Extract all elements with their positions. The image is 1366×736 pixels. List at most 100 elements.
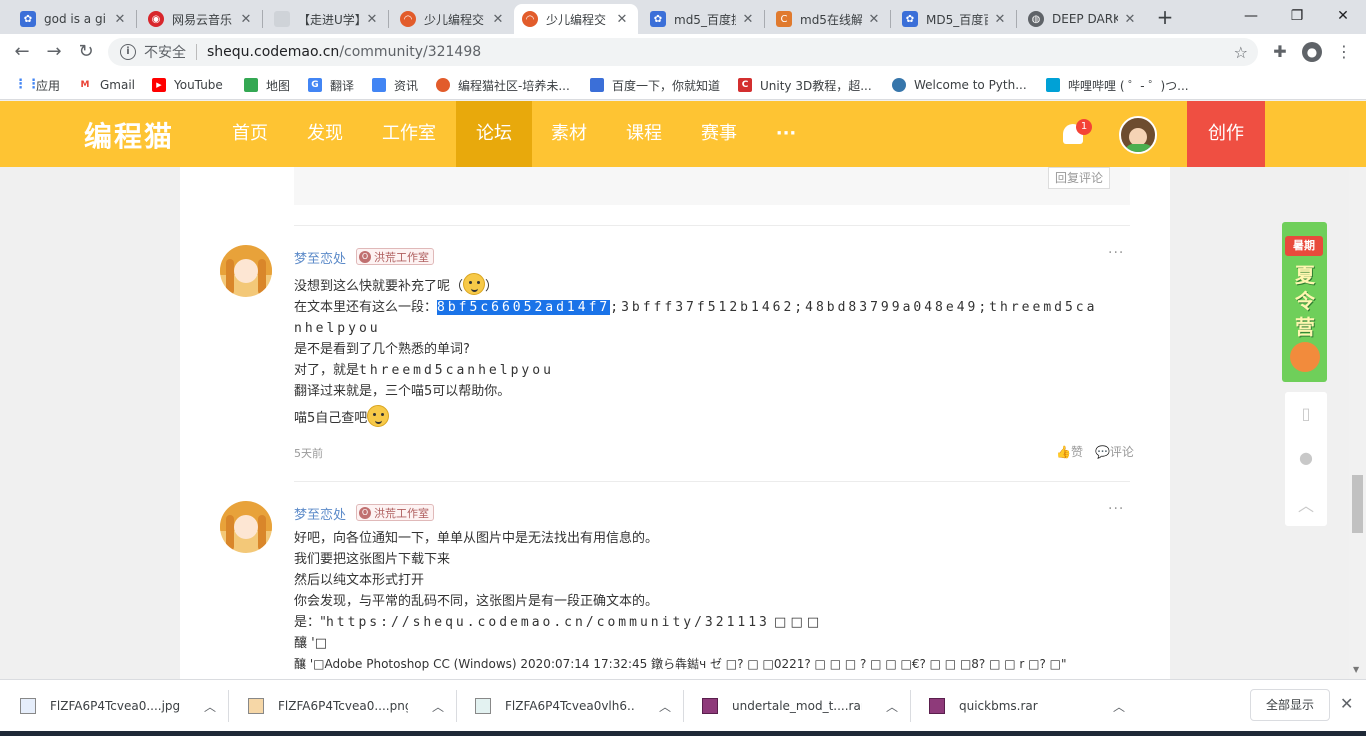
studio-badge[interactable]: O 洪荒工作室 [356,504,434,521]
nav-home[interactable]: 首页 [222,101,278,167]
bookmark-gmail[interactable]: M Gmail [78,76,135,94]
username[interactable]: 梦至恋处 [294,504,346,523]
file-icon [475,698,491,714]
reload-icon[interactable]: ↻ [74,40,98,64]
bookmark-python[interactable]: Welcome to Pyth... [892,76,1027,94]
download-item[interactable]: undertale_mod_t....rar ︿ [702,680,898,732]
apps-grid-icon: ⋮⋮ [14,77,40,92]
avatar[interactable] [220,245,272,297]
security-label: 不安全 [144,45,186,61]
reply-comment-button[interactable]: 回复评论 [1047,167,1110,189]
bookmark-codemao[interactable]: 编程猫社区-培养未... [436,76,570,94]
comment-button[interactable]: 💬评论 [1095,443,1134,460]
bookmark-label: 翻译 [330,78,355,93]
back-arrow-icon[interactable]: ← [10,40,34,64]
nav-studio[interactable]: 工作室 [372,101,446,167]
extensions-icon[interactable]: ✚ [1270,42,1290,62]
minimize-button[interactable]: — [1228,0,1274,32]
mobile-icon[interactable]: ▯ [1296,404,1316,424]
close-icon[interactable]: ✕ [1340,694,1353,713]
close-icon[interactable]: ✕ [992,12,1008,27]
tab-title: 【走进U学】 [298,12,360,27]
forward-arrow-icon[interactable]: → [42,40,66,64]
bookmark-translate[interactable]: G 翻译 [308,76,354,94]
site-logo[interactable]: 编程猫 [84,115,174,155]
bookmark-unity[interactable]: C Unity 3D教程，超... [738,76,872,94]
create-button[interactable]: 创作 [1187,101,1265,167]
studio-badge[interactable]: O 洪荒工作室 [356,248,434,265]
browser-tab[interactable]: ✿ god is a gi ✕ [12,4,136,34]
like-button[interactable]: 👍赞 [1056,443,1083,460]
chevron-up-icon[interactable]: ︿ [432,698,444,715]
text: ） [485,279,499,294]
bookmark-bilibili[interactable]: 哔哩哔哩 ( ゜- ゜)つ... [1046,76,1189,94]
nav-contests[interactable]: 赛事 [691,101,747,167]
page-scrollbar[interactable]: ▼ [1349,167,1366,679]
username[interactable]: 梦至恋处 [294,248,346,267]
chevron-up-icon[interactable]: ︿ [886,698,898,715]
url-path: /community/321498 [339,44,482,60]
divider [294,225,1130,226]
bookmark-label: Unity 3D教程，超... [760,78,872,93]
nav-forum[interactable]: 论坛 [456,101,532,167]
avatar[interactable] [220,501,272,553]
close-icon[interactable]: ✕ [490,12,506,27]
show-all-downloads-button[interactable]: 全部显示 [1250,689,1330,721]
qq-icon[interactable]: ● [1296,448,1316,468]
download-item[interactable]: FlZFA6P4Tcvea0....png ︿ [248,680,444,732]
nav-materials[interactable]: 素材 [541,101,597,167]
info-icon[interactable]: i [120,44,136,60]
studio-badge-icon: O [359,250,371,263]
maximize-button[interactable]: ❐ [1274,0,1320,32]
bookmark-star-icon[interactable]: ☆ [1234,43,1248,62]
user-avatar[interactable] [1119,116,1157,154]
close-icon[interactable]: ✕ [112,12,128,27]
download-item[interactable]: FlZFA6P4Tcvea0....jpg ︿ [20,680,216,732]
close-icon[interactable]: ✕ [238,12,254,27]
tab-separator [764,10,765,28]
new-tab-button[interactable]: + [1153,5,1177,29]
chevron-up-icon[interactable]: ︿ [204,698,216,715]
bookmark-baidu[interactable]: 百度一下，你就知道 [590,76,720,94]
close-icon[interactable]: ✕ [1122,12,1138,27]
scroll-down-icon[interactable]: ▼ [1353,665,1359,674]
close-icon[interactable]: ✕ [614,12,630,27]
browser-tab[interactable]: ◠ 少儿编程交 ✕ [392,4,514,34]
browser-tab[interactable]: ✿ MD5_百度百 ✕ [894,4,1016,34]
browser-tab[interactable]: ◍ DEEP DARK ✕ [1020,4,1146,34]
chevron-up-icon[interactable]: ︿ [659,698,671,715]
browser-tab[interactable]: C md5在线解 ✕ [768,4,890,34]
close-icon[interactable]: ✕ [364,12,380,27]
menu-icon[interactable]: ⋮ [1334,42,1354,62]
back-to-top-icon[interactable]: ︿ [1296,492,1316,515]
nav-courses[interactable]: 课程 [616,101,672,167]
browser-tab[interactable]: 【走进U学】 ✕ [266,4,388,34]
more-options-icon[interactable]: ··· [1108,245,1124,261]
browser-tab[interactable]: ◉ 网易云音乐 ✕ [140,4,262,34]
bookmark-apps[interactable]: ⋮⋮ 应用 [14,76,60,94]
bookmark-maps[interactable]: 地图 [244,76,290,94]
window-close-button[interactable]: ✕ [1320,0,1366,32]
notification-bell[interactable]: 1 [1060,119,1092,147]
mascot-icon [1290,342,1320,372]
bookmark-news[interactable]: 资讯 [372,76,418,94]
close-icon[interactable]: ✕ [866,12,882,27]
chevron-up-icon[interactable]: ︿ [1113,698,1125,715]
bookmark-youtube[interactable]: ▶ YouTube [152,76,223,94]
nav-more[interactable]: ··· [766,101,806,167]
summer-camp-banner[interactable]: 暑期 夏令营 [1282,222,1327,382]
download-item[interactable]: FlZFA6P4Tcvea0vlh6... ︿ [475,680,671,732]
address-bar[interactable]: i 不安全 shequ.codemao.cn/community/321498 … [108,38,1258,66]
download-separator [910,690,911,722]
browser-tab[interactable]: ✿ md5_百度搜 ✕ [642,4,764,34]
download-separator [228,690,229,722]
scrollbar-thumb[interactable] [1352,475,1363,533]
close-icon[interactable]: ✕ [740,12,756,27]
site-header: 编程猫 首页 发现 工作室 论坛 素材 课程 赛事 ··· 1 创作 [0,101,1366,167]
nav-discover[interactable]: 发现 [297,101,353,167]
download-item[interactable]: quickbms.rar ︿ [929,680,1125,732]
more-options-icon[interactable]: ··· [1108,501,1124,517]
browser-tab-active[interactable]: ◠ 少儿编程交 ✕ [514,4,638,34]
text-line: 釀 '□ [294,636,327,651]
profile-icon[interactable]: ● [1302,42,1322,62]
